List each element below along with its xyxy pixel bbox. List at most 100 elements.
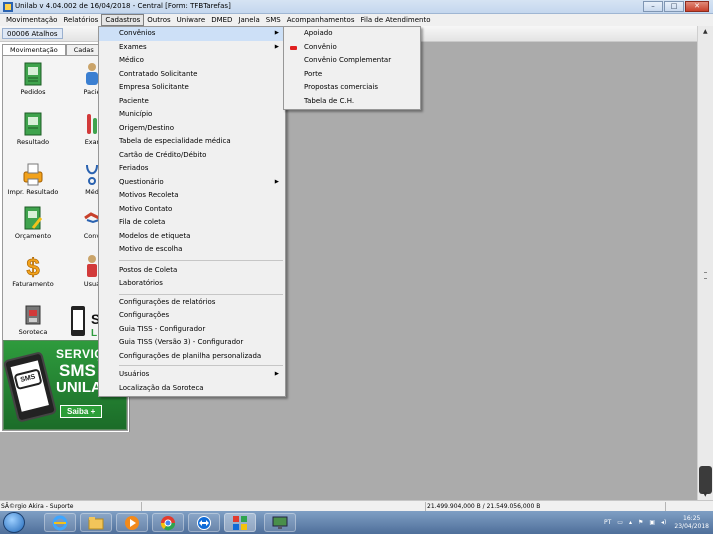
shortcuts-tabs: Movimentação Cadas <box>2 44 102 55</box>
atalhos-tab[interactable]: 00006 Atalhos <box>2 28 63 39</box>
title-bar: Unilab v 4.04.002 de 16/04/2018 - Centra… <box>0 0 713 14</box>
selected-marker-icon <box>290 45 297 50</box>
start-button[interactable] <box>3 512 25 533</box>
menu-relatorios[interactable]: Relatórios <box>60 15 101 25</box>
system-tray: PT ▭ ▴ ⚑ ▣ ◂) 16:25 23/04/2018 <box>598 514 709 531</box>
submenu-item-convenio[interactable]: Convênio <box>284 41 420 55</box>
submenu-item-propostas[interactable]: Propostas comerciais <box>284 81 420 95</box>
menu-dmed[interactable]: DMED <box>208 15 235 25</box>
menu-outros[interactable]: Outros <box>144 15 173 25</box>
submenu-item-label: Convênio <box>304 42 337 51</box>
phone-screen: SMS <box>10 360 49 412</box>
menu-movimentacao[interactable]: Movimentação <box>3 15 60 25</box>
shortcut-label: Impr. Resultado <box>7 188 59 196</box>
vertical-scrollbar[interactable]: ▲ ▼ <box>697 26 713 500</box>
menu-item-contratado-solicitante[interactable]: Contratado Solicitante <box>99 68 285 82</box>
submenu-item-tabela-ch[interactable]: Tabela de C.H. <box>284 95 420 109</box>
menu-bar: Movimentação Relatórios Cadastros Outros… <box>0 14 713 26</box>
menu-item-motivos-recoleta[interactable]: Motivos Recoleta <box>99 189 285 203</box>
submenu-item-convenio-complementar[interactable]: Convênio Complementar <box>284 54 420 68</box>
minimize-button[interactable]: – <box>643 1 663 12</box>
menu-item-config-relatorios[interactable]: Configurações de relatórios <box>99 296 285 310</box>
menu-cadastros[interactable]: Cadastros <box>101 14 145 26</box>
shortcut-soroteca[interactable]: Soroteca <box>4 302 62 336</box>
menu-item-municipio[interactable]: Município <box>99 108 285 122</box>
unilab-app-icon[interactable] <box>224 513 256 532</box>
document-green-icon <box>24 62 42 86</box>
saiba-mais-button[interactable]: Saiba + <box>60 405 103 418</box>
menu-item-label: Exames <box>119 42 147 51</box>
side-handle[interactable] <box>699 466 712 494</box>
shortcut-resultado[interactable]: Resultado <box>4 112 62 146</box>
phone-sms-text: SMS <box>13 368 43 391</box>
menu-item-motivo-contato[interactable]: Motivo Contato <box>99 203 285 217</box>
shortcut-label: Resultado <box>16 138 50 146</box>
menu-item-paciente[interactable]: Paciente <box>99 95 285 109</box>
tab-movimentacao[interactable]: Movimentação <box>2 44 66 55</box>
submenu-item-porte[interactable]: Porte <box>284 68 420 82</box>
menu-item-configuracoes[interactable]: Configurações <box>99 309 285 323</box>
keyboard-icon[interactable]: ▭ <box>617 519 623 526</box>
clock[interactable]: 16:25 23/04/2018 <box>674 515 709 531</box>
menu-uniware[interactable]: Uniware <box>174 15 209 25</box>
soroteca-logo-sub: L <box>91 328 97 339</box>
menu-item-modelos-etiqueta[interactable]: Modelos de etiqueta <box>99 230 285 244</box>
menu-item-medico[interactable]: Médico <box>99 54 285 68</box>
media-player-icon[interactable] <box>116 513 148 532</box>
status-bar: SÃ©rgio Akira - Suporte 21.499.904,000 B… <box>0 500 713 511</box>
menu-item-usuarios[interactable]: Usuários ▶ <box>99 368 285 382</box>
language-indicator[interactable]: PT <box>604 519 611 526</box>
scroll-grip-icon <box>704 272 707 279</box>
menu-item-localizacao-soroteca[interactable]: Localização da Soroteca <box>99 382 285 396</box>
window-title: Unilab v 4.04.002 de 16/04/2018 - Centra… <box>15 2 231 10</box>
menu-janela[interactable]: Janela <box>235 15 262 25</box>
menu-fila-atendimento[interactable]: Fila de Atendimento <box>357 15 433 25</box>
document-pen-icon <box>24 206 42 230</box>
scroll-down-icon[interactable]: ▼ <box>703 491 708 498</box>
submenu-item-apoiado[interactable]: Apoiado <box>284 27 420 41</box>
ie-icon[interactable] <box>44 513 76 532</box>
network-icon[interactable]: ▣ <box>649 519 655 526</box>
volume-icon[interactable]: ◂) <box>661 519 666 526</box>
menu-item-guia-tiss[interactable]: Guia TISS - Configurador <box>99 323 285 337</box>
menu-item-laboratorios[interactable]: Laboratórios <box>99 277 285 291</box>
app-icon <box>3 2 13 12</box>
menu-item-motivo-escolha[interactable]: Motivo de escolha <box>99 243 285 257</box>
teamviewer-icon[interactable] <box>188 513 220 532</box>
menu-item-origem-destino[interactable]: Origem/Destino <box>99 122 285 136</box>
tray-expand-icon[interactable]: ▴ <box>629 519 632 526</box>
chrome-icon[interactable] <box>152 513 184 532</box>
convenios-submenu: Apoiado Convênio Convênio Complementar P… <box>283 26 421 110</box>
remote-desktop-icon[interactable] <box>264 513 296 532</box>
menu-sms[interactable]: SMS <box>263 15 284 25</box>
scroll-up-icon[interactable]: ▲ <box>703 28 708 35</box>
menu-item-exames[interactable]: Exames ▶ <box>99 41 285 55</box>
menu-item-feriados[interactable]: Feriados <box>99 162 285 176</box>
shortcut-pedidos[interactable]: Pedidos <box>4 62 62 96</box>
menu-item-questionario[interactable]: Questionário ▶ <box>99 176 285 190</box>
document-green-icon <box>24 112 42 136</box>
cadastros-menu: Convênios ▶ Exames ▶ Médico Contratado Sol… <box>98 26 286 397</box>
menu-separator <box>119 365 283 366</box>
close-button[interactable]: ✕ <box>685 1 709 12</box>
maximize-button[interactable]: □ <box>664 1 684 12</box>
menu-acompanhamentos[interactable]: Acompanhamentos <box>284 15 358 25</box>
menu-item-cartao[interactable]: Cartão de Crédito/Débito <box>99 149 285 163</box>
dollar-icon: $ <box>26 254 41 278</box>
menu-item-label: Questionário <box>119 177 164 186</box>
menu-item-fila-coleta[interactable]: Fila de coleta <box>99 216 285 230</box>
shortcut-impr-resultado[interactable]: Impr. Resultado <box>4 162 62 196</box>
shortcut-orcamento[interactable]: Orçamento <box>4 206 62 240</box>
menu-item-convenios[interactable]: Convênios ▶ <box>99 27 285 41</box>
tab-cadastros[interactable]: Cadas <box>65 44 102 55</box>
menu-item-empresa-solicitante[interactable]: Empresa Solicitante <box>99 81 285 95</box>
menu-item-postos-coleta[interactable]: Postos de Coleta <box>99 264 285 278</box>
window-controls: – □ ✕ <box>642 1 709 13</box>
menu-item-config-planilha[interactable]: Configurações de planilha personalizada <box>99 350 285 364</box>
shortcut-faturamento[interactable]: $ Faturamento <box>4 254 62 288</box>
folder-icon[interactable] <box>80 513 112 532</box>
flag-icon[interactable]: ⚑ <box>638 519 643 526</box>
menu-item-especialidade[interactable]: Tabela de especialidade médica <box>99 135 285 149</box>
menu-item-guia-tiss-v3[interactable]: Guia TISS (Versão 3) - Configurador <box>99 336 285 350</box>
shortcut-label: Orçamento <box>14 232 52 240</box>
